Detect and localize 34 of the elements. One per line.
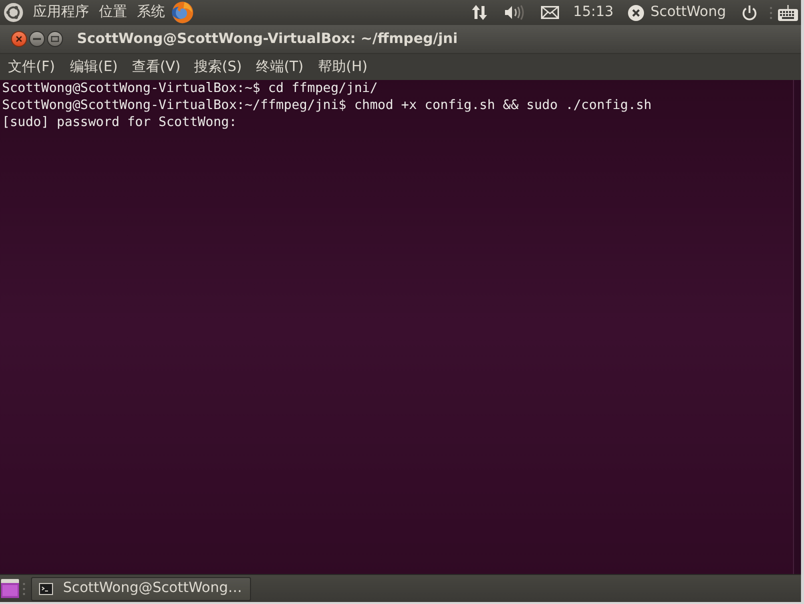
menu-item[interactable]: 文件(F) bbox=[4, 56, 62, 78]
menu-item[interactable]: 终端(T) bbox=[252, 56, 310, 78]
panel-menu[interactable]: 位置 bbox=[99, 2, 127, 23]
panel-menu[interactable]: 系统 bbox=[137, 2, 165, 23]
terminal-line: [sudo] password for ScottWong: bbox=[2, 114, 237, 131]
panel-menu[interactable]: 应用程序 bbox=[33, 2, 89, 23]
globe-icon[interactable] bbox=[171, 1, 194, 24]
terminal-icon bbox=[39, 582, 53, 594]
maximize-button[interactable] bbox=[47, 31, 63, 47]
user-name[interactable]: ScottWong bbox=[650, 2, 726, 23]
menu-item[interactable]: 搜索(S) bbox=[190, 56, 248, 78]
show-desktop-icon[interactable] bbox=[1, 579, 19, 598]
close-icon bbox=[16, 36, 22, 42]
scrollbar[interactable] bbox=[793, 80, 801, 574]
terminal-line: ScottWong@ScottWong-VirtualBox:~/ffmpeg/jni$ chmod +x config.sh && sudo ./config.sh bbox=[2, 97, 652, 114]
speaker-icon[interactable] bbox=[505, 5, 524, 20]
keyboard-icon[interactable] bbox=[778, 4, 798, 20]
x-circle-icon[interactable] bbox=[628, 4, 644, 20]
terminal-line: ScottWong@ScottWong-VirtualBox:~$ cd ffmpeg/jni/ bbox=[2, 80, 378, 97]
menu-item[interactable]: 查看(V) bbox=[128, 56, 186, 78]
up-down-arrows-icon[interactable] bbox=[472, 4, 488, 21]
maximize-icon bbox=[51, 36, 59, 42]
menu-item[interactable]: 帮助(H) bbox=[314, 56, 372, 78]
minimize-icon bbox=[33, 38, 41, 40]
envelope-icon[interactable] bbox=[541, 6, 560, 19]
clock-time[interactable]: 15:13 bbox=[573, 2, 614, 23]
close-button[interactable] bbox=[11, 31, 27, 47]
ring-logo-icon[interactable] bbox=[4, 3, 23, 22]
power-icon[interactable] bbox=[742, 4, 757, 20]
minimize-button[interactable] bbox=[29, 31, 45, 47]
window-title: ScottWong@ScottWong-VirtualBox: ~/ffmpeg/jni bbox=[77, 30, 458, 48]
terminal-area[interactable]: ScottWong@ScottWong-VirtualBox:~$ cd ffmpeg/jni/ ScottWong@ScottWong-VirtualBox:~/ffmpeg/jni$ chmod +x config.sh && sudo ./config.sh [sudo] password for ScottWong: bbox=[0, 80, 801, 574]
menu-item[interactable]: 编辑(E) bbox=[66, 56, 124, 78]
taskbar-button[interactable]: ScottWong@ScottWong… bbox=[31, 576, 251, 600]
